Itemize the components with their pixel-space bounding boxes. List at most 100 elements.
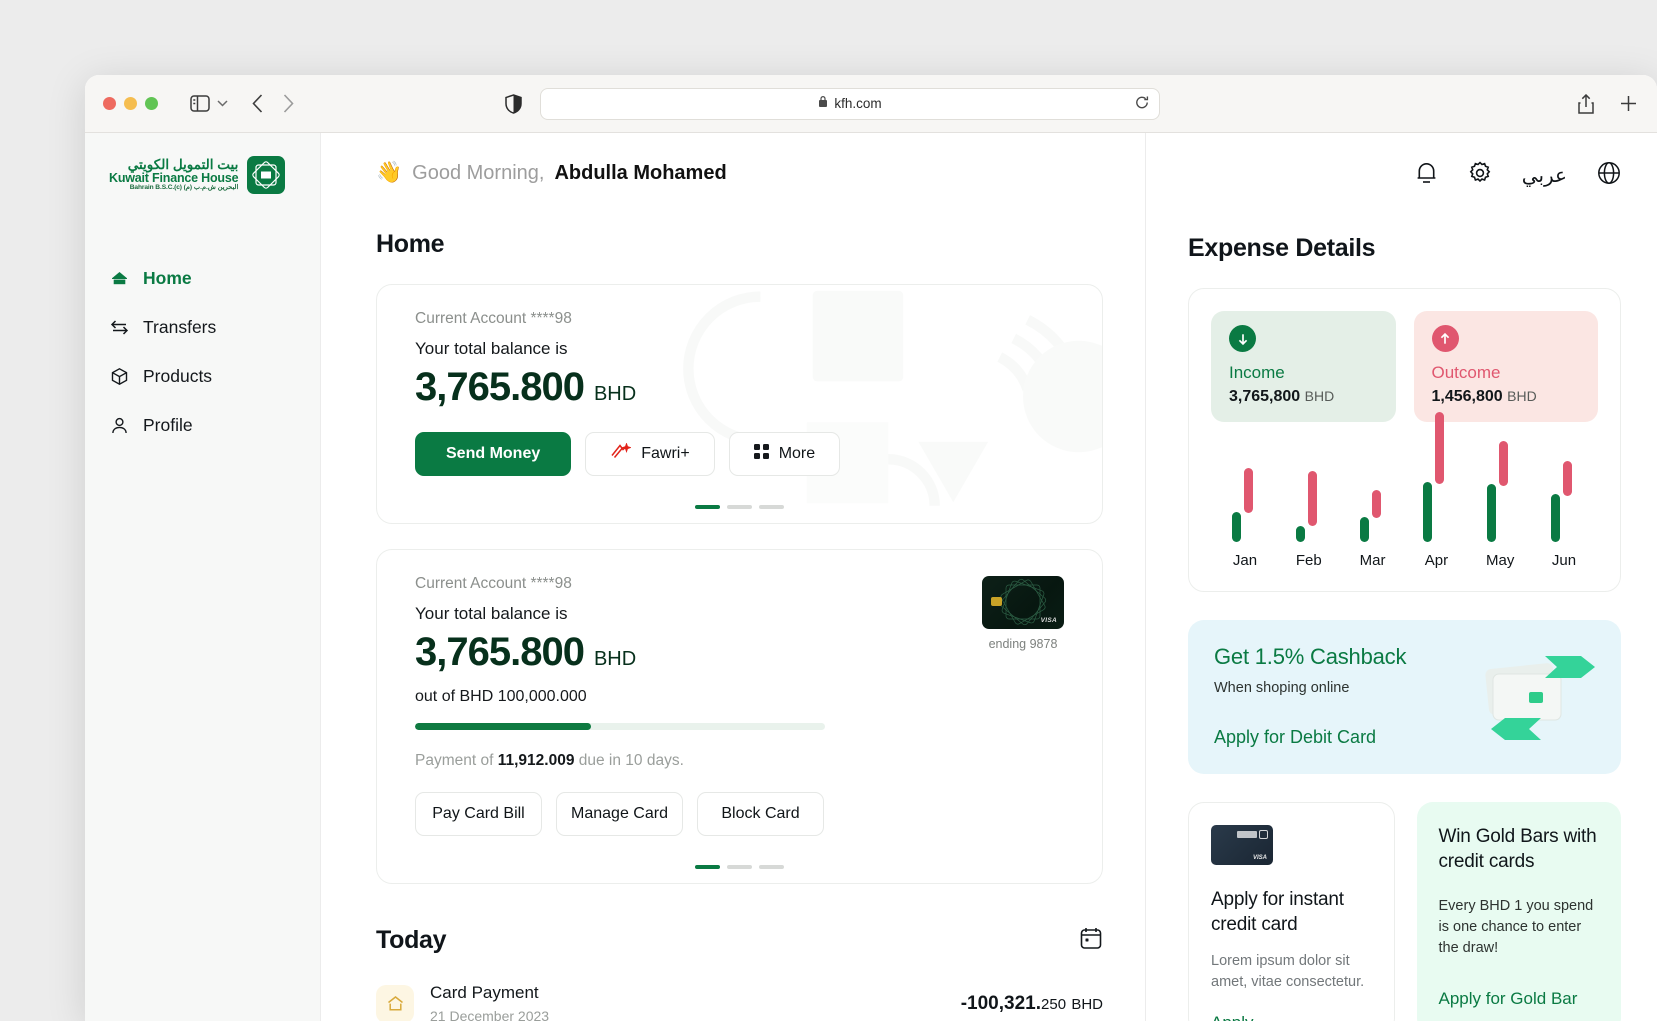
credit-card-pager[interactable]	[377, 853, 1102, 883]
send-money-button[interactable]: Send Money	[415, 432, 572, 476]
window-traffic-lights[interactable]	[103, 97, 158, 110]
greeting-bar: 👋 Good Morning, Abdulla Mohamed	[376, 161, 1103, 185]
pager-dot[interactable]	[727, 865, 752, 869]
calendar-icon[interactable]	[1079, 926, 1103, 955]
account-balance-card: Current Account ****98 Your total balanc…	[376, 284, 1103, 524]
main-area: 👋 Good Morning, Abdulla Mohamed Home Cur…	[321, 133, 1657, 1021]
reload-icon[interactable]	[1135, 95, 1149, 112]
house-icon	[376, 984, 414, 1021]
income-box[interactable]: Income 3,765,800 BHD	[1211, 311, 1396, 422]
income-value: 3,765,800 BHD	[1229, 388, 1378, 406]
logo-mark-icon	[247, 156, 286, 194]
outcome-box[interactable]: Outcome 1,456,800 BHD	[1413, 311, 1598, 422]
balance-value-row: 3,765.800 BHD	[415, 365, 1064, 410]
profile-person-icon	[109, 416, 129, 436]
today-title: Today	[376, 926, 447, 954]
expense-title: Expense Details	[1188, 234, 1376, 262]
arrow-up-circle-icon	[1431, 325, 1459, 352]
chart-column: May	[1474, 439, 1526, 569]
fawri-plus-button[interactable]: Fawri+	[585, 432, 715, 476]
outcome-value: 1,456,800 BHD	[1432, 388, 1581, 406]
transaction-info: Card Payment 21 December 2023	[430, 983, 549, 1021]
browser-window: kfh.com بيت التمويل الكويتي Kuwait Finan…	[85, 75, 1657, 1021]
logo-subtitle: Bahrain B.S.C.(c) البحرين ش.م.ب (م)	[129, 184, 239, 192]
bell-icon[interactable]	[1415, 161, 1438, 190]
chart-column: Apr	[1410, 412, 1462, 569]
instant-credit-card-promo[interactable]: VISA Apply for instant credit card Lorem…	[1188, 802, 1395, 1021]
toolbar-right-actions	[1578, 93, 1637, 114]
forward-chevron-icon[interactable]	[283, 94, 294, 113]
card-ending-label: ending 9878	[988, 637, 1058, 651]
block-card-button[interactable]: Block Card	[697, 792, 824, 836]
credit-card-actions: Pay Card Bill Manage Card Block Card	[415, 792, 1064, 836]
chart-bar-income	[1295, 526, 1305, 542]
income-currency: BHD	[1304, 388, 1335, 404]
kfh-logo[interactable]: بيت التمويل الكويتي Kuwait Finance House…	[85, 156, 320, 194]
income-amount: 3,765,800	[1229, 388, 1301, 405]
pager-dot[interactable]	[695, 865, 720, 869]
address-bar[interactable]: kfh.com	[540, 87, 1160, 120]
chart-bar-outcome	[1499, 441, 1509, 486]
chart-month-label: Apr	[1424, 552, 1449, 569]
table-row[interactable]: Card Payment 21 December 2023 -100,321.2…	[376, 983, 1103, 1021]
manage-card-button[interactable]: Manage Card	[556, 792, 683, 836]
chart-bar-outcome	[1244, 468, 1253, 513]
sidebar-item-products[interactable]: Products	[85, 352, 320, 401]
gear-icon[interactable]	[1468, 160, 1492, 190]
screenshot-root: kfh.com بيت التمويل الكويتي Kuwait Finan…	[0, 0, 1657, 1021]
chart-column: Jan	[1219, 439, 1271, 569]
url-text: kfh.com	[834, 96, 882, 111]
credit-usage-progress	[415, 723, 825, 730]
home-icon	[109, 269, 129, 289]
more-button[interactable]: More	[728, 432, 841, 476]
transaction-amount: -100,321.250 BHD	[961, 993, 1103, 1015]
app-shell: بيت التمويل الكويتي Kuwait Finance House…	[85, 133, 1657, 1021]
pager-dot[interactable]	[759, 865, 784, 869]
sidebar-item-profile[interactable]: Profile	[85, 401, 320, 450]
globe-icon[interactable]	[1597, 161, 1621, 190]
fawri-icon	[610, 442, 633, 465]
cashback-promo-card[interactable]: Get 1.5% Cashback When shoping online Ap…	[1188, 620, 1621, 774]
more-label: More	[778, 445, 816, 462]
outcome-label: Outcome	[1431, 363, 1501, 382]
minimize-window-button[interactable]	[124, 97, 137, 110]
payment-amount: 11,912.009	[497, 752, 575, 769]
apply-gold-bar-link[interactable]: Apply for Gold Bar	[1439, 989, 1600, 1009]
promo-description: Lorem ipsum dolor sit amet, vitae consec…	[1211, 953, 1365, 991]
sidebar-toggle-icon[interactable]	[190, 95, 210, 112]
promo-title: Apply for instant credit card	[1211, 889, 1344, 936]
bank-logo-mark	[1237, 831, 1257, 838]
user-name: Abdulla Mohamed	[554, 161, 727, 184]
account-number-label: Current Account ****98	[415, 310, 572, 327]
privacy-shield-icon[interactable]	[505, 93, 522, 114]
chart-month-label: May	[1486, 552, 1515, 569]
share-icon[interactable]	[1578, 93, 1594, 114]
chart-bar-income	[1359, 517, 1369, 542]
visa-logo: VISA	[1040, 617, 1057, 624]
sidebar-item-home[interactable]: Home	[85, 254, 320, 303]
apply-link[interactable]: Apply	[1211, 1013, 1372, 1021]
apply-debit-card-link[interactable]: Apply for Debit Card	[1214, 727, 1376, 748]
visa-logo: VISA	[1252, 855, 1267, 861]
grid-dots-icon	[753, 444, 769, 464]
language-toggle[interactable]: عربي	[1522, 163, 1567, 188]
header-actions: عربي	[1188, 160, 1621, 190]
back-chevron-icon[interactable]	[252, 94, 263, 113]
maximize-window-button[interactable]	[145, 97, 158, 110]
chevron-down-icon[interactable]	[217, 100, 228, 107]
gold-bars-promo[interactable]: Win Gold Bars with credit cards Every BH…	[1416, 802, 1621, 1021]
sidebar-item-label: Home	[143, 268, 192, 288]
card-emblem-icon	[1259, 830, 1268, 839]
app-sidebar: بيت التمويل الكويتي Kuwait Finance House…	[85, 133, 321, 1021]
credit-card-card: VISA ending 9878 Current Account ****98 …	[376, 549, 1103, 884]
sidebar-item-transfers[interactable]: Transfers	[85, 303, 320, 352]
expense-column: عربي Expense Details Income 3,765,800 BH…	[1145, 133, 1657, 1021]
credit-card-image: VISA	[1211, 825, 1273, 865]
balance-caption: Your total balance is	[415, 339, 568, 358]
chart-bar-income	[1487, 484, 1497, 542]
close-window-button[interactable]	[103, 97, 116, 110]
outcome-amount: 1,456,800	[1431, 388, 1503, 405]
new-tab-plus-icon[interactable]	[1620, 95, 1637, 112]
arrow-down-circle-icon	[1229, 325, 1256, 352]
pay-card-bill-button[interactable]: Pay Card Bill	[415, 792, 542, 836]
